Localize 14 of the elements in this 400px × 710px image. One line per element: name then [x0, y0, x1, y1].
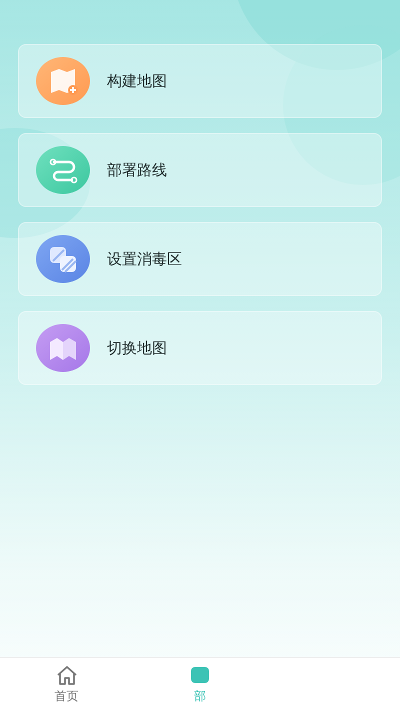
home-icon	[54, 664, 79, 686]
map-icon	[36, 321, 90, 375]
menu-card[interactable]: 构建地图	[18, 44, 382, 118]
menu-card[interactable]: 部署路线	[18, 133, 382, 207]
map-plus-icon	[36, 54, 90, 108]
tab[interactable]: 首页	[0, 658, 134, 710]
menu-label: 构建地图	[107, 72, 167, 90]
menu-label: 部署路线	[107, 160, 167, 180]
route-icon	[36, 143, 90, 197]
squares-icon	[36, 232, 90, 286]
menu-card[interactable]: 设置消毒区	[18, 222, 382, 296]
menu-card[interactable]: 切换地图	[18, 311, 382, 385]
menu-label: 设置消毒区	[107, 250, 182, 268]
menu-label: 切换地图	[107, 338, 167, 358]
